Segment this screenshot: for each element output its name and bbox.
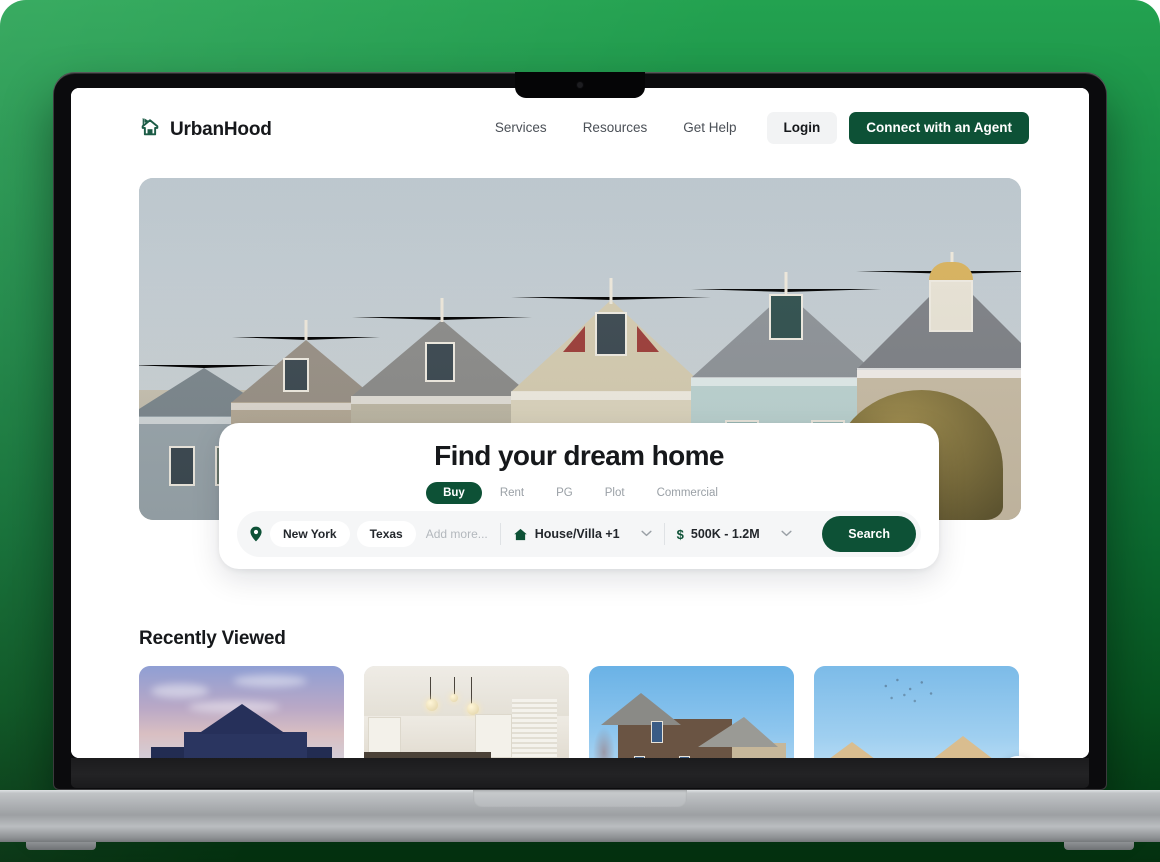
map-pin-icon: [249, 526, 263, 542]
search-title: Find your dream home: [434, 440, 724, 471]
chevron-down-icon: [641, 529, 652, 540]
camera-dot-icon: [577, 82, 583, 88]
top-navigation-bar: UrbanHood Services Resources Get Help Lo…: [71, 88, 1089, 162]
tab-plot[interactable]: Plot: [591, 482, 639, 504]
dollar-icon: $: [676, 526, 684, 542]
gable-right: [910, 736, 1015, 758]
pendant-cord: [470, 677, 472, 706]
laptop-base-notch: [473, 790, 687, 807]
search-button[interactable]: Search: [822, 516, 916, 552]
window-blinds: [511, 699, 557, 758]
window: [650, 721, 663, 743]
brand-name: UrbanHood: [170, 118, 272, 140]
house-gable: [197, 704, 286, 735]
cloud: [151, 683, 210, 698]
recently-viewed-carousel: [139, 666, 1021, 758]
field-divider-2: [663, 523, 665, 545]
laptop-device: UrbanHood Services Resources Get Help Lo…: [53, 72, 1107, 790]
field-divider-1: [499, 523, 501, 545]
pendant-light: [425, 699, 438, 711]
property-card[interactable]: [139, 666, 344, 758]
property-card[interactable]: [589, 666, 794, 758]
tab-rent[interactable]: Rent: [486, 482, 538, 504]
nav-link-resources[interactable]: Resources: [565, 112, 666, 144]
home-icon: [513, 527, 528, 542]
pendant-light: [450, 693, 459, 702]
location-chip-texas[interactable]: Texas: [356, 521, 416, 547]
tab-commercial[interactable]: Commercial: [643, 482, 732, 504]
laptop-foot-left: [26, 842, 96, 850]
nav-right-group: Services Resources Get Help Login Connec…: [477, 112, 1029, 144]
brand-logo[interactable]: UrbanHood: [139, 116, 272, 143]
laptop-notch: [515, 72, 645, 98]
nav-link-services[interactable]: Services: [477, 112, 565, 144]
pendant-cord: [429, 677, 431, 702]
connect-with-agent-button[interactable]: Connect with an Agent: [849, 112, 1029, 144]
scene: UrbanHood Services Resources Get Help Lo…: [0, 0, 1160, 862]
chevron-down-icon: [781, 529, 792, 540]
gable-left: [814, 742, 898, 758]
search-card: Find your dream home Buy Rent PG Plot Co…: [219, 423, 939, 569]
recently-viewed-title: Recently Viewed: [139, 628, 286, 649]
laptop-foot-right: [1064, 842, 1134, 850]
property-type-select[interactable]: House/Villa +1: [513, 527, 652, 542]
add-more-locations-input[interactable]: Add more...: [426, 527, 488, 541]
house-logo-icon: [139, 116, 161, 143]
nav-link-get-help[interactable]: Get Help: [665, 112, 754, 144]
price-range-select[interactable]: $ 500K - 1.2M: [677, 527, 792, 542]
bird-flock: [879, 677, 938, 707]
location-chip-new-york[interactable]: New York: [270, 521, 350, 547]
house-roof: [601, 693, 682, 726]
property-card[interactable]: [814, 666, 1019, 758]
search-bar: New York Texas Add more... House/Villa +…: [237, 511, 921, 557]
laptop-screen: UrbanHood Services Resources Get Help Lo…: [71, 88, 1089, 758]
search-tabs: Buy Rent PG Plot Commercial: [219, 482, 939, 504]
property-card[interactable]: [364, 666, 569, 758]
login-button[interactable]: Login: [766, 112, 838, 144]
laptop-lid-chin: [71, 758, 1089, 788]
tab-buy[interactable]: Buy: [426, 482, 482, 504]
cloud: [233, 674, 308, 687]
bare-tree: [593, 727, 616, 758]
location-group: New York Texas Add more...: [249, 521, 488, 547]
property-type-value: House/Villa +1: [534, 527, 620, 541]
price-range-value: 500K - 1.2M: [690, 527, 760, 541]
house-roof-secondary: [697, 717, 778, 748]
cabinet: [368, 716, 401, 754]
tab-pg[interactable]: PG: [542, 482, 587, 504]
webpage: UrbanHood Services Resources Get Help Lo…: [71, 88, 1089, 758]
house-body: [184, 732, 308, 758]
